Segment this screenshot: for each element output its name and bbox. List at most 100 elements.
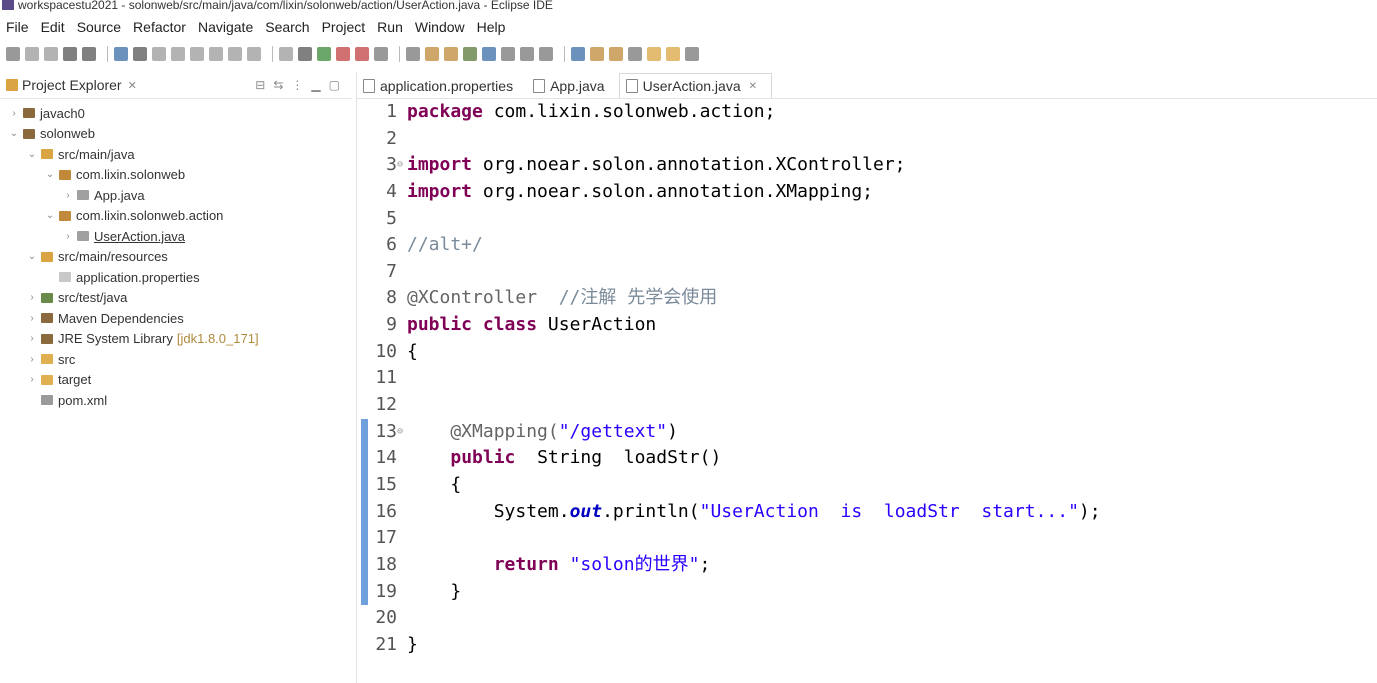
chevron-right-icon[interactable]: ›: [26, 354, 38, 365]
tree-item[interactable]: › target: [0, 370, 352, 391]
toolbar-button-icon[interactable]: [685, 47, 699, 61]
toolbar-button-icon[interactable]: [520, 47, 534, 61]
toolbar-button-icon[interactable]: [228, 47, 242, 61]
toolbar-button-icon[interactable]: [190, 47, 204, 61]
toolbar-button-icon[interactable]: [628, 47, 642, 61]
menu-item-edit[interactable]: Edit: [35, 19, 71, 35]
fold-toggle-icon[interactable]: ⊖: [397, 152, 403, 179]
chevron-down-icon[interactable]: ⌄: [8, 128, 20, 139]
menu-item-file[interactable]: File: [0, 19, 35, 35]
chevron-right-icon[interactable]: ›: [62, 231, 74, 242]
editor-tab[interactable]: App.java: [527, 74, 618, 98]
code-line: 19 }: [357, 578, 1377, 606]
toolbar-button-icon[interactable]: [171, 47, 185, 61]
toolbar-button-icon[interactable]: [82, 47, 96, 61]
tree-item-label: target: [58, 372, 92, 388]
link-with-editor-icon[interactable]: ⇆: [273, 78, 283, 92]
chevron-right-icon[interactable]: ›: [26, 374, 38, 385]
toolbar-button-icon[interactable]: [247, 47, 261, 61]
fold-toggle-icon[interactable]: ⊖: [397, 419, 403, 446]
chevron-right-icon[interactable]: ›: [26, 333, 38, 344]
chevron-right-icon[interactable]: ›: [8, 108, 20, 119]
toolbar-button-icon[interactable]: [571, 47, 585, 61]
tree-item[interactable]: › src: [0, 349, 352, 370]
collapse-all-icon[interactable]: ⊟: [255, 78, 265, 92]
close-tab-icon[interactable]: ✕: [749, 81, 757, 92]
minimize-icon[interactable]: ▁: [311, 78, 320, 92]
chevron-down-icon[interactable]: ⌄: [26, 149, 38, 160]
tree-item[interactable]: ⌄ solonweb: [0, 124, 352, 145]
menu-item-project[interactable]: Project: [316, 19, 372, 35]
tree-item[interactable]: › JRE System Library [jdk1.8.0_171]: [0, 329, 352, 350]
menu-item-refactor[interactable]: Refactor: [127, 19, 192, 35]
tree-item[interactable]: › src/test/java: [0, 288, 352, 309]
menu-item-search[interactable]: Search: [259, 19, 315, 35]
toolbar-button-icon[interactable]: [63, 47, 77, 61]
toolbar-button-icon[interactable]: [6, 47, 20, 61]
project-tree: › javach0 ⌄ solonweb ⌄ src/main/java ⌄ com.lixi…: [0, 103, 352, 411]
code-text: public class UserAction: [407, 312, 656, 339]
toolbar-button-icon[interactable]: [44, 47, 58, 61]
toolbar-button-icon[interactable]: [298, 47, 312, 61]
tree-item[interactable]: ⌄ com.lixin.solonweb: [0, 165, 352, 186]
chevron-right-icon[interactable]: ›: [62, 190, 74, 201]
code-area[interactable]: 1 package com.lixin.solonweb.action; 2 3 ⊖ im…: [357, 99, 1377, 658]
code-token: ;: [699, 553, 711, 575]
tree-item[interactable]: › javach0: [0, 103, 352, 124]
toolbar-separator: [564, 46, 565, 62]
menu-item-navigate[interactable]: Navigate: [192, 19, 259, 35]
file-icon: [363, 79, 375, 93]
code-token: {: [407, 473, 462, 495]
toolbar-button-icon[interactable]: [355, 47, 369, 61]
menu-item-help[interactable]: Help: [471, 19, 512, 35]
tree-item[interactable]: ⌄ src/main/java: [0, 144, 352, 165]
editor-tab[interactable]: UserAction.java ✕: [618, 73, 773, 98]
project-icon: [23, 128, 35, 139]
tree-item[interactable]: › App.java: [0, 185, 352, 206]
toolbar-button-icon[interactable]: [539, 47, 553, 61]
toolbar-button-icon[interactable]: [152, 47, 166, 61]
chevron-down-icon[interactable]: ⌄: [44, 169, 56, 180]
toolbar-button-icon[interactable]: [647, 47, 661, 61]
toolbar-button-icon[interactable]: [482, 47, 496, 61]
toolbar-button-icon[interactable]: [317, 47, 331, 61]
close-icon[interactable]: ✕: [128, 79, 137, 92]
toolbar-button-icon[interactable]: [133, 47, 147, 61]
toolbar-button-icon[interactable]: [336, 47, 350, 61]
toolbar-button-icon[interactable]: [374, 47, 388, 61]
tree-item[interactable]: ⌄ src/main/resources: [0, 247, 352, 268]
library-icon: [41, 333, 53, 344]
maximize-icon[interactable]: ▢: [329, 78, 340, 92]
code-text: //alt+/: [407, 232, 483, 259]
toolbar-button-icon[interactable]: [114, 47, 128, 61]
toolbar-button-icon[interactable]: [209, 47, 223, 61]
toolbar-button-icon[interactable]: [425, 47, 439, 61]
menu-item-source[interactable]: Source: [71, 19, 127, 35]
toolbar-button-icon[interactable]: [463, 47, 477, 61]
toolbar-button-icon[interactable]: [666, 47, 680, 61]
view-menu-icon[interactable]: ⋮: [291, 78, 303, 92]
toolbar-button-icon[interactable]: [501, 47, 515, 61]
chevron-right-icon[interactable]: ›: [26, 292, 38, 303]
code-text: }: [407, 579, 461, 606]
chevron-down-icon[interactable]: ⌄: [44, 210, 56, 221]
toolbar-button-icon[interactable]: [406, 47, 420, 61]
chevron-down-icon[interactable]: ⌄: [26, 251, 38, 262]
tree-item-label: src/main/java: [58, 146, 135, 162]
toolbar-button-icon[interactable]: [609, 47, 623, 61]
toolbar-button-icon[interactable]: [279, 47, 293, 61]
menu-item-run[interactable]: Run: [371, 19, 409, 35]
tree-item[interactable]: pom.xml: [0, 390, 352, 411]
toolbar-button-icon[interactable]: [444, 47, 458, 61]
tree-item[interactable]: ⌄ com.lixin.solonweb.action: [0, 206, 352, 227]
code-line: 4 import org.noear.solon.annotation.XMapp…: [357, 179, 1377, 206]
chevron-right-icon[interactable]: ›: [26, 313, 38, 324]
toolbar-button-icon[interactable]: [590, 47, 604, 61]
tree-item[interactable]: › Maven Dependencies: [0, 308, 352, 329]
tree-item[interactable]: application.properties: [0, 267, 352, 288]
toolbar-button-icon[interactable]: [25, 47, 39, 61]
library-icon: [41, 313, 53, 324]
tree-item[interactable]: › UserAction.java: [0, 226, 352, 247]
menu-item-window[interactable]: Window: [409, 19, 471, 35]
editor-tab[interactable]: application.properties: [357, 74, 527, 98]
